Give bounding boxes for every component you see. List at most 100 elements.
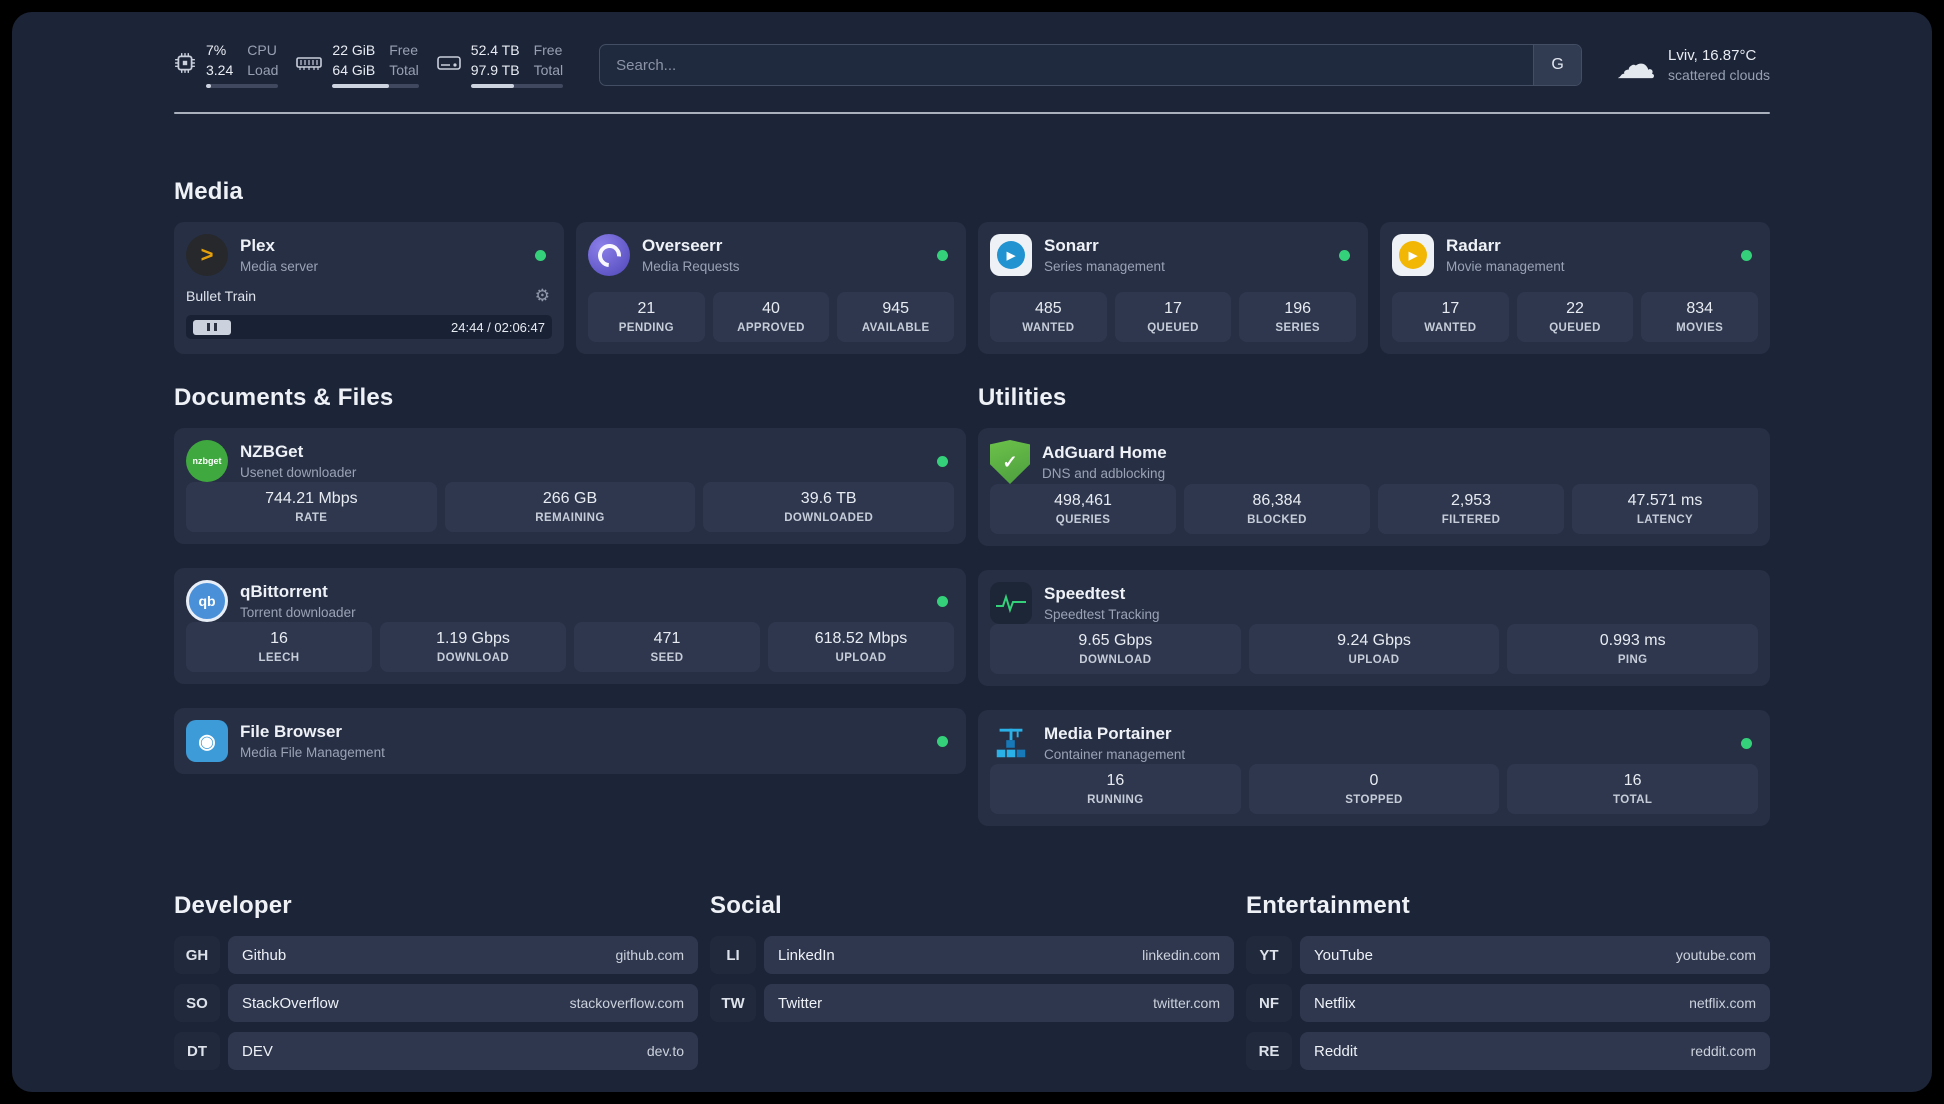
bookmark-url: stackoverflow.com <box>569 995 684 1011</box>
weather-location: Lviv, 16.87°C <box>1668 47 1757 64</box>
bookmark-abbr: DT <box>174 1032 220 1070</box>
stat-value: 0.993 ms <box>1599 632 1666 649</box>
app-card-sonarr[interactable]: ▶ Sonarr Series management 485 WANTED 17… <box>978 222 1368 354</box>
memory-free-label: Free <box>389 42 419 58</box>
app-card-portainer[interactable]: Media Portainer Container management 16 … <box>978 710 1770 826</box>
bookmark-github[interactable]: GH Github github.com <box>174 936 698 974</box>
stat-running: 16 RUNNING <box>990 764 1241 814</box>
app-card-plex[interactable]: > Plex Media server Bullet Train ⚙ 24:44 <box>174 222 564 354</box>
stat-label: UPLOAD <box>835 652 887 664</box>
stat-series: 196 SERIES <box>1239 292 1357 342</box>
bookmark-stackoverflow[interactable]: SO StackOverflow stackoverflow.com <box>174 984 698 1022</box>
player-progress-bar[interactable]: 24:44 / 02:06:47 <box>186 315 552 339</box>
stat-queries: 498,461 QUERIES <box>990 484 1176 534</box>
section-media: Media > Plex Media server Bullet Train ⚙… <box>174 178 1770 354</box>
qbittorrent-icon-glyph: qb <box>198 593 216 609</box>
stat-label: WANTED <box>1022 322 1075 334</box>
stat-value: 266 GB <box>542 490 598 507</box>
section-utilities: Utilities ✓ AdGuard Home DNS and adblock… <box>978 384 1770 826</box>
topbar: 7% 3.24 CPU Load 22 GiB 64 GiB Free Tota… <box>174 42 1770 88</box>
bookmark-group-title: Social <box>710 892 782 919</box>
portainer-icon <box>990 722 1032 764</box>
dashboard: 7% 3.24 CPU Load 22 GiB 64 GiB Free Tota… <box>12 12 1932 1092</box>
cpu-load-label: Load <box>247 61 279 78</box>
bookmark-url: dev.to <box>646 1043 684 1059</box>
app-card-speedtest[interactable]: Speedtest Speedtest Tracking 9.65 Gbps D… <box>978 570 1770 686</box>
bookmark-group-entertainment: Entertainment YT YouTube youtube.com NF … <box>1246 892 1770 1070</box>
cpu-widget: 7% 3.24 CPU Load <box>174 42 279 88</box>
bookmark-url: twitter.com <box>1153 995 1220 1011</box>
bookmark-url: linkedin.com <box>1142 947 1220 963</box>
overseerr-icon <box>588 234 630 276</box>
stat-value: 9.65 Gbps <box>1078 632 1153 649</box>
status-dot <box>937 735 948 747</box>
stat-pending: 21 PENDING <box>588 292 705 342</box>
app-desc: Usenet downloader <box>240 465 357 480</box>
stat-value: 485 <box>1034 300 1062 317</box>
stat-value: 834 <box>1686 300 1714 317</box>
memory-progress-track <box>332 84 419 88</box>
stat-label: PING <box>1617 654 1648 666</box>
app-card-overseerr[interactable]: Overseerr Media Requests 21 PENDING 40 A… <box>576 222 966 354</box>
app-desc: DNS and adblocking <box>1042 466 1166 481</box>
stat-label: UPLOAD <box>1348 654 1400 666</box>
stat-value: 17 <box>1441 300 1460 317</box>
stat-value: 22 <box>1566 300 1584 317</box>
section-documents: Documents & Files nzbget NZBGet Usenet d… <box>174 384 966 826</box>
app-name: Speedtest <box>1044 584 1126 603</box>
stat-latency: 47.571 ms LATENCY <box>1572 484 1758 534</box>
plex-icon-glyph: > <box>200 242 214 267</box>
stat-value: 47.571 ms <box>1627 492 1703 509</box>
search-input[interactable] <box>600 45 1534 85</box>
weather-condition: scattered clouds <box>1668 67 1770 83</box>
stat-value: 17 <box>1164 300 1182 317</box>
app-desc: Media Requests <box>642 259 740 274</box>
pause-button[interactable] <box>193 319 231 335</box>
bookmark-reddit[interactable]: RE Reddit reddit.com <box>1246 1032 1770 1070</box>
bookmark-twitter[interactable]: TW Twitter twitter.com <box>710 984 1234 1022</box>
memory-widget: 22 GiB 64 GiB Free Total <box>296 42 419 88</box>
disk-free-value: 52.4 TB <box>470 42 520 58</box>
bookmark-abbr: SO <box>174 984 220 1022</box>
bookmark-name: Reddit <box>1314 1042 1358 1060</box>
stat-movies: 834 MOVIES <box>1641 292 1759 342</box>
app-card-adguard[interactable]: ✓ AdGuard Home DNS and adblocking 498,46… <box>978 428 1770 546</box>
app-card-nzbget[interactable]: nzbget NZBGet Usenet downloader 744.21 M… <box>174 428 966 544</box>
gear-icon[interactable]: ⚙ <box>535 286 550 306</box>
bookmark-group-title: Entertainment <box>1246 892 1410 919</box>
bookmark-url: netflix.com <box>1689 995 1756 1011</box>
bookmark-netflix[interactable]: NF Netflix netflix.com <box>1246 984 1770 1022</box>
bookmark-group-developer: Developer GH Github github.com SO StackO… <box>174 892 698 1070</box>
radarr-icon-glyph: ▶ <box>1399 241 1427 269</box>
speedtest-icon <box>990 582 1032 624</box>
app-card-filebrowser[interactable]: ◉ File Browser Media File Management <box>174 708 966 774</box>
stat-value: 16 <box>1623 772 1642 789</box>
app-card-qbittorrent[interactable]: qb qBittorrent Torrent downloader 16 LEE… <box>174 568 966 684</box>
bookmark-youtube[interactable]: YT YouTube youtube.com <box>1246 936 1770 974</box>
search-engine-button[interactable]: G <box>1533 45 1582 85</box>
stat-available: 945 AVAILABLE <box>837 292 955 342</box>
bookmark-name: LinkedIn <box>778 946 835 964</box>
stat-value: 39.6 TB <box>800 490 857 507</box>
memory-total-value: 64 GiB <box>332 61 376 78</box>
bookmark-linkedin[interactable]: LI LinkedIn linkedin.com <box>710 936 1234 974</box>
app-desc: Speedtest Tracking <box>1044 607 1160 622</box>
bookmark-dev[interactable]: DT DEV dev.to <box>174 1032 698 1070</box>
memory-free-value: 22 GiB <box>332 42 376 58</box>
radarr-icon: ▶ <box>1392 234 1434 276</box>
playback-time: 24:44 / 02:06:47 <box>451 319 545 335</box>
stat-blocked: 86,384 BLOCKED <box>1184 484 1370 534</box>
disk-total-value: 97.9 TB <box>470 61 520 78</box>
stat-value: 86,384 <box>1252 492 1302 509</box>
topbar-divider <box>174 112 1770 114</box>
stat-filtered: 2,953 FILTERED <box>1378 484 1564 534</box>
stat-label: REMAINING <box>535 512 605 524</box>
app-card-radarr[interactable]: ▶ Radarr Movie management 17 WANTED 22 Q… <box>1380 222 1770 354</box>
stat-label: DOWNLOADED <box>784 512 874 524</box>
nzbget-icon: nzbget <box>186 440 228 482</box>
app-desc: Series management <box>1044 259 1165 274</box>
stat-wanted: 485 WANTED <box>990 292 1107 342</box>
stat-approved: 40 APPROVED <box>712 292 830 342</box>
stat-label: WANTED <box>1424 322 1477 334</box>
adguard-shield-icon: ✓ <box>990 440 1030 484</box>
